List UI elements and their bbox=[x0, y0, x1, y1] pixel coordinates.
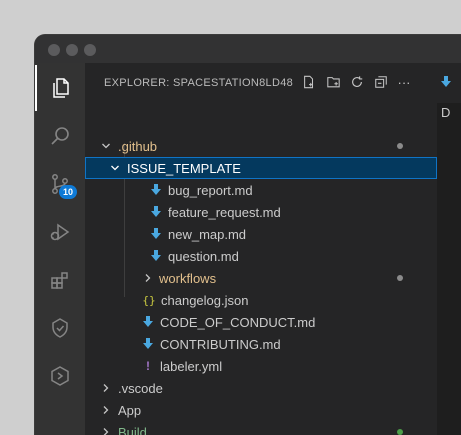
activity-extensions[interactable] bbox=[35, 257, 85, 303]
search-icon bbox=[48, 124, 72, 148]
activity-source-control[interactable]: 10 bbox=[35, 161, 85, 207]
tree-folder-workflows[interactable]: workflows bbox=[85, 267, 437, 289]
markdown-icon bbox=[142, 337, 154, 351]
tree-file-code-of-conduct[interactable]: CODE_OF_CONDUCT.md bbox=[85, 311, 437, 333]
activity-remote[interactable] bbox=[35, 353, 85, 399]
tree-folder-issue-template[interactable]: ISSUE_TEMPLATE bbox=[85, 157, 437, 179]
tree-label: new_map.md bbox=[168, 227, 246, 242]
activity-run-debug[interactable] bbox=[35, 209, 85, 255]
new-file-icon[interactable] bbox=[301, 74, 317, 90]
tree-label: .github bbox=[118, 139, 157, 154]
activity-testing[interactable] bbox=[35, 305, 85, 351]
testing-icon bbox=[48, 316, 72, 340]
extensions-icon bbox=[48, 268, 72, 292]
chevron-right-icon bbox=[100, 382, 112, 394]
chevron-down-icon bbox=[100, 140, 112, 152]
zoom-window-button[interactable] bbox=[84, 44, 96, 56]
tree-label: CONTRIBUTING.md bbox=[160, 337, 281, 352]
tree-file-contributing[interactable]: CONTRIBUTING.md bbox=[85, 333, 437, 355]
title-bar bbox=[35, 35, 461, 63]
tree-folder-github[interactable]: .github bbox=[85, 135, 437, 157]
editor-tab[interactable] bbox=[437, 63, 461, 103]
tree-file-bug-report[interactable]: bug_report.md bbox=[85, 179, 437, 201]
markdown-icon bbox=[150, 249, 162, 263]
activity-bar: 10 bbox=[35, 63, 85, 435]
json-icon: {} bbox=[142, 293, 156, 307]
minimize-window-button[interactable] bbox=[66, 44, 78, 56]
new-folder-icon[interactable] bbox=[325, 74, 341, 90]
tree-label: bug_report.md bbox=[168, 183, 253, 198]
markdown-icon bbox=[150, 183, 162, 197]
collapse-all-icon[interactable] bbox=[373, 74, 389, 90]
tree-folder-build[interactable]: Build bbox=[85, 421, 437, 435]
added-dot bbox=[397, 429, 403, 435]
tree-label: ISSUE_TEMPLATE bbox=[127, 161, 241, 176]
close-window-button[interactable] bbox=[48, 44, 60, 56]
modified-dot bbox=[397, 143, 403, 149]
activity-explorer[interactable] bbox=[35, 65, 85, 111]
explorer-title: EXPLORER: SPACESTATION8LD48 bbox=[104, 77, 293, 89]
tree-file-changelog[interactable]: {} changelog.json bbox=[85, 289, 437, 311]
markdown-icon bbox=[441, 75, 451, 93]
modified-dot bbox=[397, 275, 403, 281]
tree-file-question[interactable]: question.md bbox=[85, 245, 437, 267]
editor-text-partial: D bbox=[441, 105, 450, 120]
markdown-icon bbox=[150, 205, 162, 219]
markdown-icon bbox=[142, 315, 154, 329]
chevron-down-icon bbox=[109, 162, 121, 174]
tree-label: .vscode bbox=[118, 381, 163, 396]
tree-label: changelog.json bbox=[161, 293, 248, 308]
editor-area: D bbox=[437, 63, 461, 435]
tree-label: question.md bbox=[168, 249, 239, 264]
tree-label: labeler.yml bbox=[160, 359, 222, 374]
chevron-right-icon bbox=[142, 272, 154, 284]
more-icon[interactable]: ··· bbox=[396, 74, 412, 90]
remote-icon bbox=[48, 364, 72, 388]
tree-label: App bbox=[118, 403, 141, 418]
tree-label: CODE_OF_CONDUCT.md bbox=[160, 315, 315, 330]
activity-search[interactable] bbox=[35, 113, 85, 159]
tree-label: feature_request.md bbox=[168, 205, 281, 220]
explorer-sidebar: EXPLORER: SPACESTATION8LD48 ··· .github bbox=[85, 63, 437, 435]
tree-folder-app[interactable]: App bbox=[85, 399, 437, 421]
yaml-icon: ! bbox=[142, 359, 154, 373]
run-debug-icon bbox=[48, 220, 72, 244]
tree-file-feature-request[interactable]: feature_request.md bbox=[85, 201, 437, 223]
chevron-right-icon bbox=[100, 404, 112, 416]
tree-file-new-map[interactable]: new_map.md bbox=[85, 223, 437, 245]
tree-label: workflows bbox=[159, 271, 216, 286]
explorer-header: EXPLORER: SPACESTATION8LD48 ··· bbox=[85, 63, 437, 103]
refresh-icon[interactable] bbox=[349, 74, 365, 90]
vscode-window: 10 EXPLORER: SPACESTATION8LD48 bbox=[35, 35, 461, 435]
source-control-badge: 10 bbox=[59, 185, 77, 199]
markdown-icon bbox=[150, 227, 162, 241]
tree-folder-vscode[interactable]: .vscode bbox=[85, 377, 437, 399]
files-icon bbox=[49, 76, 73, 100]
tree-label: Build bbox=[118, 425, 147, 435]
tree-file-labeler[interactable]: ! labeler.yml bbox=[85, 355, 437, 377]
chevron-right-icon bbox=[100, 426, 112, 435]
